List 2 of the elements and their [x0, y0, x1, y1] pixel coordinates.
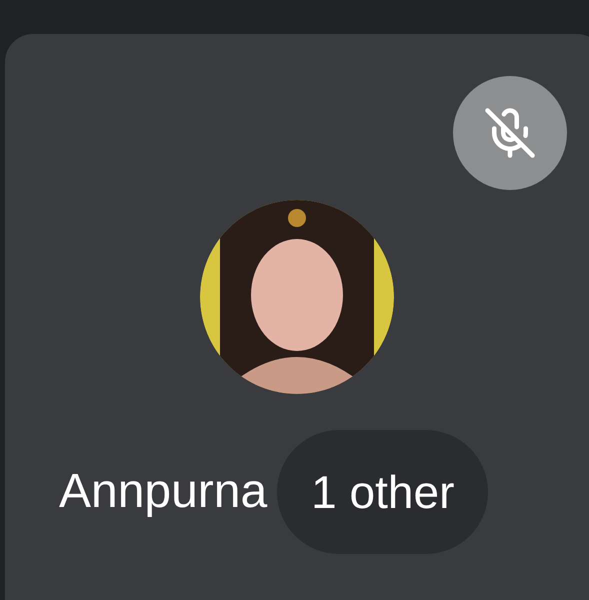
participant-name: Annpurna: [59, 468, 268, 516]
others-pill[interactable]: 1 other: [277, 430, 488, 554]
